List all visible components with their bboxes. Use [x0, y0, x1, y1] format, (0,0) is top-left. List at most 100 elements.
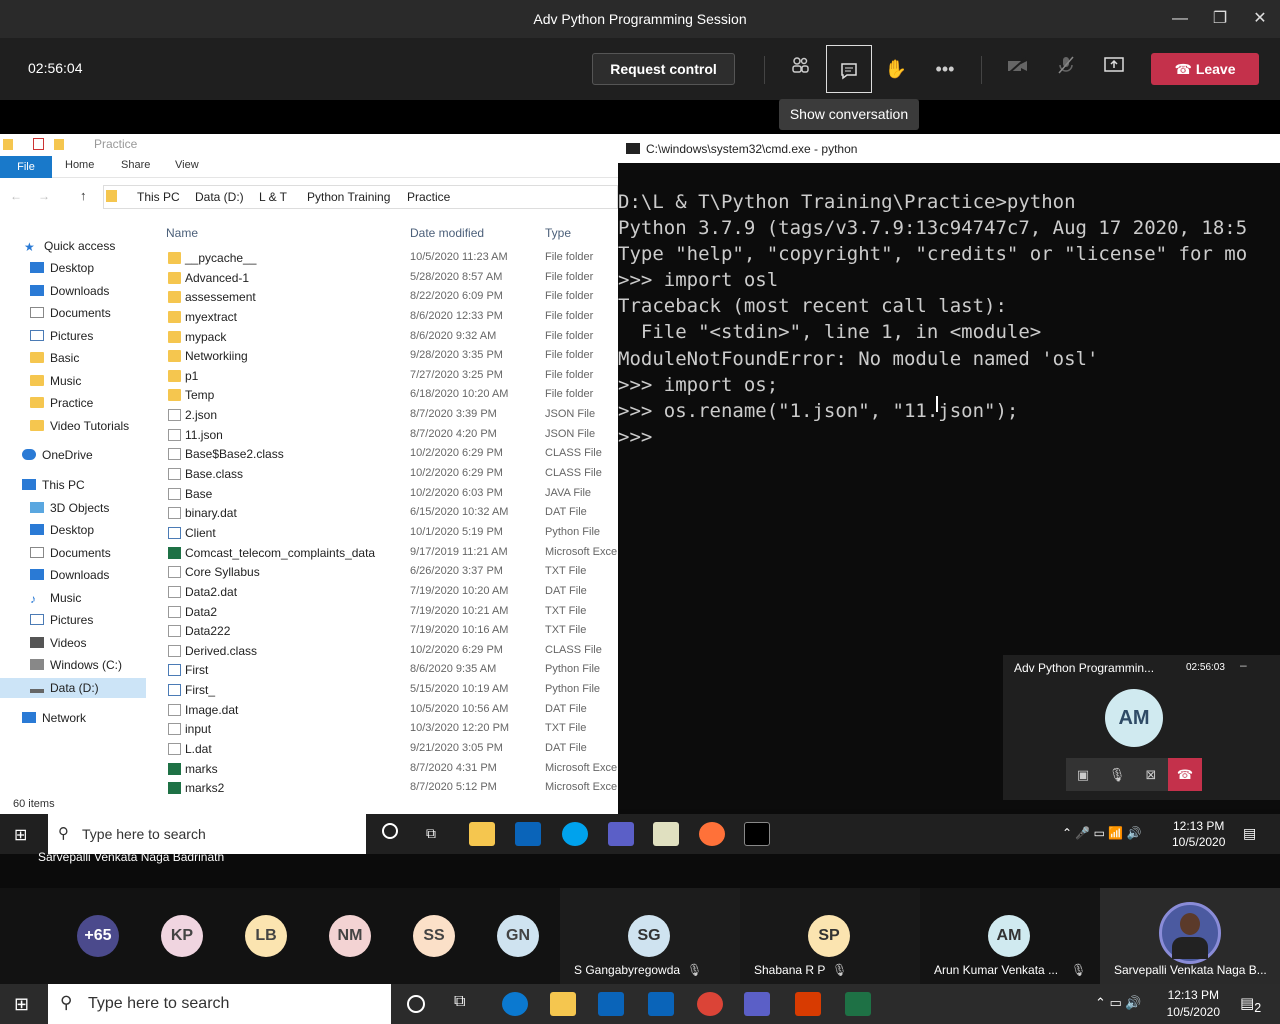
notification-icon[interactable]: ▤2 [1240, 994, 1261, 1015]
file-row[interactable]: marks 8/7/2020 4:31 PM Microsoft Exce [160, 759, 618, 779]
outlook-icon[interactable] [515, 822, 541, 846]
nav-documents[interactable]: Documents [30, 303, 111, 323]
nav-quick-access[interactable]: ★ Quick access [24, 236, 115, 256]
file-row[interactable]: Base$Base2.class 10/2/2020 6:29 PM CLASS F… [160, 444, 618, 464]
stop-sharing-icon[interactable]: ⊠ [1134, 758, 1168, 791]
chrome-icon[interactable] [697, 992, 723, 1016]
file-row[interactable]: binary.dat 6/15/2020 10:32 AM DAT File [160, 503, 618, 523]
nav-music-pc[interactable]: ♪ Music [30, 588, 81, 608]
camera-off-icon[interactable] [1001, 52, 1035, 86]
firefox-icon[interactable] [699, 822, 725, 846]
participant-tile[interactable]: AM Arun Kumar Venkata ... 🎙 [920, 888, 1100, 984]
cmd-taskbar-icon[interactable] [744, 822, 770, 846]
show-conversation-icon[interactable] [826, 45, 872, 93]
tab-file[interactable]: File [0, 156, 52, 178]
tray-icons[interactable]: ⌃ ▭ 🔊 [1095, 995, 1142, 1011]
up-icon[interactable]: ↑ [80, 188, 87, 203]
forward-icon[interactable]: → [38, 189, 50, 203]
column-name[interactable]: Name [166, 226, 198, 240]
self-tile[interactable]: Sarvepalli Venkata Naga B... [1100, 888, 1280, 984]
windows-start-icon[interactable]: ⊞ [14, 825, 27, 845]
nav-videos[interactable]: Videos [30, 633, 86, 653]
properties-icon[interactable] [33, 138, 44, 150]
mic-off-icon[interactable] [1049, 52, 1083, 86]
nav-downloads-pc[interactable]: Downloads [30, 565, 109, 585]
cortana-icon[interactable] [382, 823, 398, 839]
nav-data-d[interactable]: Data (D:) [0, 678, 146, 698]
file-row[interactable]: myextract 8/6/2020 12:33 PM File folder [160, 307, 618, 327]
nav-documents-pc[interactable]: Documents [30, 543, 111, 563]
notepad-icon[interactable] [653, 822, 679, 846]
share-screen-icon[interactable] [1097, 52, 1131, 86]
edge-icon[interactable] [502, 992, 528, 1016]
file-row[interactable]: Core Syllabus 6/26/2020 3:37 PM TXT File [160, 562, 618, 582]
teams-icon[interactable] [608, 822, 634, 846]
nav-desktop[interactable]: Desktop [30, 258, 94, 278]
nav-onedrive[interactable]: OneDrive [22, 445, 93, 465]
file-row[interactable]: marks2 8/7/2020 5:12 PM Microsoft Exce [160, 778, 618, 798]
tab-share[interactable]: Share [121, 159, 150, 171]
file-row[interactable]: Comcast_telecom_complaints_data 9/17/2019… [160, 543, 618, 563]
minimize-icon[interactable]: – [1240, 658, 1247, 672]
file-row[interactable]: Advanced-1 5/28/2020 8:57 AM File folder [160, 268, 618, 288]
nav-music[interactable]: Music [30, 371, 81, 391]
avatar[interactable]: NM [329, 915, 371, 957]
clock[interactable]: 12:13 PM 10/5/2020 [1167, 987, 1220, 1021]
excel-icon[interactable] [845, 992, 871, 1016]
notification-icon[interactable]: ▤ [1243, 825, 1256, 842]
breadcrumb-python-training[interactable]: Python Training [307, 190, 390, 204]
nav-basic[interactable]: Basic [30, 348, 79, 368]
file-row[interactable]: p1 7/27/2020 3:25 PM File folder [160, 366, 618, 386]
file-row[interactable]: Base 10/2/2020 6:03 PM JAVA File [160, 484, 618, 504]
file-row[interactable]: Base.class 10/2/2020 6:29 PM CLASS File [160, 464, 618, 484]
nav-desktop-pc[interactable]: Desktop [30, 520, 94, 540]
nav-practice[interactable]: Practice [30, 393, 93, 413]
file-row[interactable]: Networkiing 9/28/2020 3:35 PM File folder [160, 346, 618, 366]
windows-start-icon[interactable]: ⊞ [14, 994, 29, 1015]
hang-up-icon[interactable]: ☎ [1168, 758, 1202, 791]
participants-icon[interactable] [783, 52, 817, 86]
nav-pictures[interactable]: Pictures [30, 326, 93, 346]
mail-icon[interactable] [648, 992, 674, 1016]
avatar[interactable]: GN [497, 915, 539, 957]
store-icon[interactable] [598, 992, 624, 1016]
task-view-icon[interactable]: ⧉ [454, 993, 465, 1011]
file-row[interactable]: mypack 8/6/2020 9:32 AM File folder [160, 327, 618, 347]
tab-view[interactable]: View [175, 159, 199, 171]
back-icon[interactable]: ← [10, 189, 22, 203]
file-explorer-icon[interactable] [550, 992, 576, 1016]
breadcrumb-l-and-t[interactable]: L & T [259, 190, 287, 204]
file-row[interactable]: L.dat 9/21/2020 3:05 PM DAT File [160, 739, 618, 759]
cmd-output[interactable]: D:\L & T\Python Training\Practice>python… [618, 189, 1280, 450]
file-row[interactable]: Data2 7/19/2020 10:21 AM TXT File [160, 602, 618, 622]
file-row[interactable]: Data2.dat 7/19/2020 10:20 AM DAT File [160, 582, 618, 602]
column-date-modified[interactable]: Date modified [410, 226, 484, 240]
search-box[interactable]: ⚲ Type here to search [48, 984, 391, 1024]
nav-video-tutorials[interactable]: Video Tutorials [30, 416, 129, 436]
avatar[interactable]: KP [161, 915, 203, 957]
file-row[interactable]: First 8/6/2020 9:35 AM Python File [160, 660, 618, 680]
task-view-icon[interactable]: ⧉ [426, 825, 436, 842]
participant-tile[interactable]: SG S Gangabyregowda 🎙 [560, 888, 740, 984]
mic-icon[interactable]: 🎙 [1100, 758, 1134, 791]
breadcrumb-practice[interactable]: Practice [407, 190, 450, 204]
leave-button[interactable]: ☎ Leave [1151, 53, 1259, 85]
file-explorer-icon[interactable] [469, 822, 495, 846]
file-row[interactable]: Temp 6/18/2020 10:20 AM File folder [160, 385, 618, 405]
file-row[interactable]: 11.json 8/7/2020 4:20 PM JSON File [160, 425, 618, 445]
tray-icons[interactable]: ⌃ 🎤 ▭ 📶 🔊 [1062, 826, 1142, 840]
close-icon[interactable]: ✕ [1250, 9, 1270, 29]
nav-3d-objects[interactable]: 3D Objects [30, 498, 109, 518]
breadcrumb-data-d[interactable]: Data (D:) [195, 190, 244, 204]
minimize-icon[interactable]: — [1170, 9, 1190, 29]
camera-off-icon[interactable]: ▣ [1066, 758, 1100, 791]
nav-network[interactable]: Network [22, 708, 86, 728]
column-type[interactable]: Type [545, 226, 571, 240]
raise-hand-icon[interactable]: ✋ [879, 52, 913, 86]
avatar[interactable]: LB [245, 915, 287, 957]
restore-icon[interactable]: ❐ [1210, 9, 1230, 29]
file-row[interactable]: First_ 5/15/2020 10:19 AM Python File [160, 680, 618, 700]
file-row[interactable]: input 10/3/2020 12:20 PM TXT File [160, 719, 618, 739]
file-row[interactable]: __pycache__ 10/5/2020 11:23 AM File folder [160, 248, 618, 268]
clock[interactable]: 12:13 PM 10/5/2020 [1172, 818, 1225, 850]
